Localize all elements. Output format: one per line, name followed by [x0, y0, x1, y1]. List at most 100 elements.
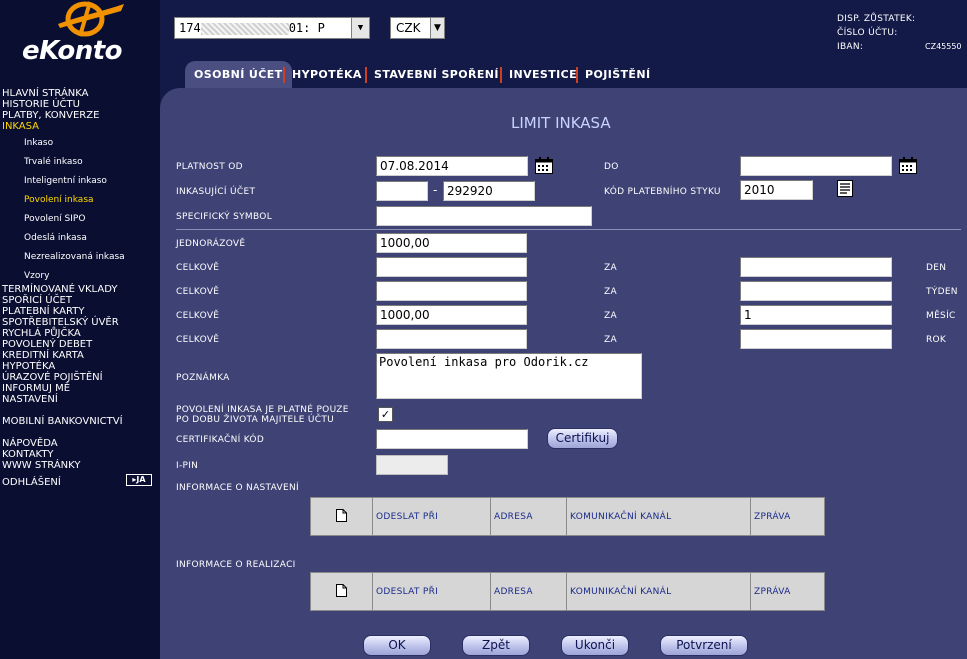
nav-item-help[interactable]: NÁPOVĚDA: [2, 438, 58, 449]
tab-personal-account[interactable]: OSOBNÍ ÚČET: [185, 61, 292, 88]
account-select[interactable]: 174 01: P ▼: [174, 17, 370, 39]
nav-item-savings-account[interactable]: SPOŘICÍ ÚČET: [2, 295, 72, 306]
daily-total-input[interactable]: [376, 257, 527, 277]
code-list-icon[interactable]: [837, 180, 853, 197]
valid-to-input[interactable]: [740, 156, 892, 176]
ekonto-wordmark[interactable]: eKonto: [22, 36, 123, 66]
nav-item-notify-me[interactable]: INFORMUJ MĚ: [2, 383, 70, 394]
available-balance-label: DISP. ZŮSTATEK:: [837, 14, 916, 24]
currency-select[interactable]: CZK ▼: [390, 17, 445, 39]
yearly-count-input[interactable]: [740, 329, 892, 349]
nav-item-term-deposits[interactable]: TERMÍNOVANÉ VKLADY: [2, 284, 117, 295]
specific-symbol-label: SPECIFICKÝ SYMBOL: [176, 212, 273, 222]
one-time-limit-input[interactable]: 1000,00: [376, 233, 527, 253]
nav-item-credit-card[interactable]: KREDITNÍ KARTA: [2, 350, 84, 361]
bank-code-input[interactable]: 2010: [740, 180, 813, 200]
subnav-item-sent-debits[interactable]: Odeslá inkasa: [24, 233, 87, 244]
for-label: ZA: [604, 263, 617, 273]
subnav-item-direct-debit[interactable]: Inkaso: [24, 138, 53, 149]
settings-info-table: ODESLAT PŘI ADRESA KOMUNIKAČNÍ KANÁL ZPR…: [310, 497, 825, 536]
tab-mortgage[interactable]: HYPOTÉKA: [292, 61, 362, 88]
cert-code-input[interactable]: [376, 429, 528, 449]
valid-from-input[interactable]: 07.08.2014: [376, 156, 528, 176]
lifetime-checkbox[interactable]: ✓: [378, 407, 393, 422]
weekly-total-input[interactable]: [376, 281, 527, 301]
nav-item-mobile-banking[interactable]: MOBILNÍ BANKOVNICTVÍ: [2, 416, 123, 427]
yearly-total-input[interactable]: [376, 329, 527, 349]
monthly-total-input[interactable]: 1000,00: [376, 305, 527, 325]
nav-item-consumer-loan[interactable]: SPOTŘEBITELSKÝ ÚVĚR: [2, 317, 119, 328]
account-dash: -: [433, 183, 438, 197]
period-month-label: MĚSÍC: [926, 311, 956, 321]
subnav-item-smart-debit[interactable]: Inteligentní inkaso: [24, 176, 107, 187]
nav-item-payments[interactable]: PLATBY, KONVERZE: [2, 110, 99, 121]
nav-item-direct-debits[interactable]: INKASA: [2, 121, 39, 132]
collector-number-input[interactable]: 292920: [443, 181, 535, 201]
calendar-icon[interactable]: [899, 157, 917, 174]
tab-investments[interactable]: INVESTICE: [509, 61, 577, 88]
note-label: POZNÁMKA: [176, 373, 230, 383]
period-day-label: DEN: [926, 263, 947, 273]
note-textarea[interactable]: Povolení inkasa pro Odorik.cz: [376, 353, 642, 399]
chevron-down-icon[interactable]: ▼: [351, 18, 369, 38]
new-document-icon[interactable]: [336, 583, 347, 597]
column-address: ADRESA: [490, 497, 567, 536]
calendar-icon[interactable]: [535, 157, 553, 174]
finish-button[interactable]: Ukonči: [561, 635, 629, 656]
subnav-item-templates[interactable]: Vzory: [24, 271, 49, 282]
nav-item-overdraft[interactable]: POVOLENÝ DEBET: [2, 339, 92, 350]
nav-item-www[interactable]: WWW STRÁNKY: [2, 460, 80, 471]
nav-item-settings[interactable]: NASTAVENÍ: [2, 394, 58, 405]
tab-separator: [576, 67, 578, 83]
weekly-count-input[interactable]: [740, 281, 892, 301]
for-label: ZA: [604, 287, 617, 297]
specific-symbol-input[interactable]: [376, 206, 592, 226]
tab-building-savings[interactable]: STAVEBNÍ SPOŘENÍ: [374, 61, 499, 88]
subnav-item-standing-debit[interactable]: Trvalé inkaso: [24, 157, 83, 168]
subnav-item-debit-permission[interactable]: Povolení inkasa: [24, 195, 94, 206]
ipin-input[interactable]: [376, 455, 448, 475]
tab-separator: [500, 67, 502, 83]
ok-button[interactable]: OK: [363, 635, 431, 656]
nav-item-quick-loan[interactable]: RYCHLÁ PŮJČKA: [2, 328, 81, 339]
total-label: CELKOVĚ: [176, 335, 220, 345]
realization-info-label: INFORMACE O REALIZACI: [176, 560, 296, 570]
account-suffix: 01: P: [288, 21, 325, 35]
chevron-down-icon[interactable]: ▼: [430, 18, 444, 38]
settings-info-label: INFORMACE O NASTAVENÍ: [176, 483, 299, 493]
collector-account-label: INKASUJÍCÍ ÚČET: [176, 187, 256, 197]
language-label: JA: [136, 475, 146, 484]
column-send-on: ODESLAT PŘI: [372, 497, 491, 536]
divider: [176, 229, 961, 230]
bank-code-label: KÓD PLATEBNÍHO STYKU: [604, 187, 721, 197]
valid-from-label: PLATNOST OD: [176, 162, 243, 172]
language-switch-button[interactable]: ▸JA: [126, 474, 152, 486]
certify-button[interactable]: Certifikuj: [547, 428, 618, 449]
monthly-count-input[interactable]: 1: [740, 305, 892, 325]
new-document-icon[interactable]: [336, 508, 347, 522]
nav-item-accident-insurance[interactable]: ÚRAZOVÉ POJIŠTĚNÍ: [2, 372, 103, 383]
subnav-item-sipo-permission[interactable]: Povolení SIPO: [24, 214, 85, 225]
tab-separator: [365, 67, 367, 83]
back-button[interactable]: Zpět: [462, 635, 530, 656]
nav-item-mortgage[interactable]: HYPOTÉKA: [2, 361, 55, 372]
nav-item-home[interactable]: HLAVNÍ STRÁNKA: [2, 88, 89, 99]
account-number-label: ČÍSLO ÚČTU:: [837, 28, 898, 38]
account-prefix: 174: [179, 21, 201, 35]
table-header-row: ODESLAT PŘI ADRESA KOMUNIKAČNÍ KANÁL ZPR…: [310, 497, 825, 536]
collector-prefix-input[interactable]: [376, 181, 428, 201]
column-channel: KOMUNIKAČNÍ KANÁL: [566, 497, 751, 536]
nav-item-payment-cards[interactable]: PLATEBNÍ KARTY: [2, 306, 84, 317]
currency-value: CZK: [396, 21, 421, 35]
nav-item-account-history[interactable]: HISTORIE ÚČTU: [2, 99, 80, 110]
tab-insurance[interactable]: POJIŠTĚNÍ: [585, 61, 650, 88]
subnav-item-unrealized-debits[interactable]: Nezrealizovaná inkasa: [24, 252, 125, 263]
iban-value: CZ45550: [925, 42, 962, 51]
cert-code-label: CERTIFIKAČNÍ KÓD: [176, 435, 265, 445]
confirm-button[interactable]: Potvrzení: [660, 635, 748, 656]
nav-item-logout[interactable]: ODHLÁŠENÍ: [2, 477, 61, 488]
nav-item-contacts[interactable]: KONTAKTY: [2, 449, 54, 460]
lifetime-label-line1: POVOLENÍ INKASA JE PLATNÉ POUZE: [176, 405, 349, 415]
daily-count-input[interactable]: [740, 257, 892, 277]
total-label: CELKOVĚ: [176, 263, 220, 273]
